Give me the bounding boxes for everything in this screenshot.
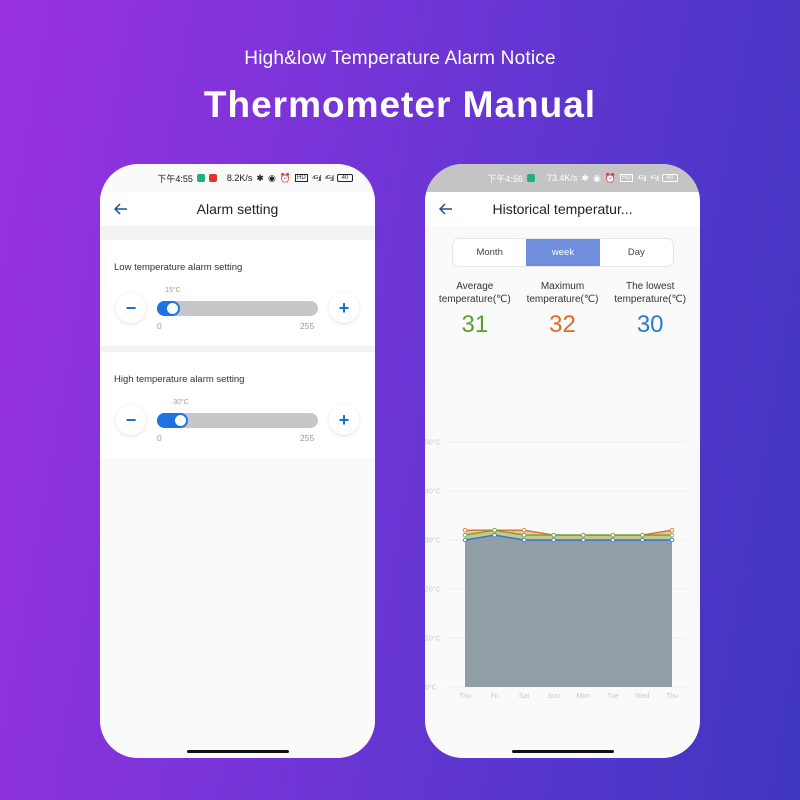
high-temp-alarm-label: High temperature alarm setting (114, 374, 245, 385)
data-point-average (492, 528, 497, 533)
empty-area (100, 458, 375, 758)
data-point-average (581, 532, 586, 538)
battery-icon: 40 (337, 174, 353, 182)
x-tick-label: Wed (635, 693, 649, 700)
slider-min-label: 0 (157, 433, 162, 443)
app-notification-icon (526, 174, 535, 182)
screen-title: Historical temperatur... (492, 201, 633, 217)
arrow-left-icon (439, 203, 452, 215)
battery-icon: 40 (662, 174, 678, 182)
high-temp-increase-button[interactable]: + (329, 405, 359, 435)
status-time: 下午4:55 (157, 173, 193, 184)
data-point-lowest (581, 537, 586, 543)
data-point-lowest (610, 537, 616, 543)
minus-icon: − (125, 297, 137, 318)
signal-icon: ⁴ᴳ.ıl (311, 173, 322, 183)
data-point-lowest (521, 537, 527, 543)
high-temp-value-label: 30°C (173, 399, 189, 406)
data-point-lowest (551, 537, 556, 543)
temperature-chart: 0°C 10°C 20°C 30°C 40°C 50°C Thu Fri Sat Sun Mon Tu… (425, 439, 687, 700)
minus-icon: − (125, 409, 137, 430)
y-tick-label: 50°C (425, 439, 441, 447)
y-tick-label: 10°C (425, 635, 441, 643)
x-tick-label: Sun (547, 693, 560, 700)
hd-icon: HD (620, 174, 633, 182)
high-temp-alarm-card: High temperature alarm setting − 30°C + … (100, 352, 375, 458)
bluetooth-icon: ✱ (581, 172, 589, 183)
data-point-average (640, 532, 645, 538)
nav-bar: Alarm setting (100, 192, 375, 226)
app-notification-icon (208, 174, 217, 182)
data-point-average (551, 532, 556, 538)
network-speed: 73.4K/s (546, 173, 578, 183)
area-fill (465, 535, 672, 687)
x-tick-label: Tue (607, 693, 619, 700)
high-temp-slider-row: − 30°C + 0 255 (114, 385, 363, 445)
page-subtitle: High&low Temperature Alarm Notice (244, 48, 556, 69)
x-tick-label: Mon (576, 693, 590, 700)
y-tick-label: 20°C (425, 586, 441, 594)
x-tick-label: Fri (490, 693, 499, 700)
x-tick-label: Thu (666, 693, 678, 700)
status-bar: 下午4:56 73.4K/s ✱ ◉ ⏰ HD ⁴ᴳ.ıl ⁴ᴳ.ıl 40 (425, 164, 700, 192)
low-temp-decrease-button[interactable]: − (116, 293, 146, 323)
high-temp-decrease-button[interactable]: − (116, 405, 146, 435)
data-point-maximum (521, 528, 527, 533)
x-tick-label: Thu (459, 693, 471, 700)
slider-max-label: 255 (300, 433, 315, 443)
status-time: 下午4:56 (487, 173, 523, 184)
data-point-lowest (492, 532, 497, 538)
app-notification-icon (196, 174, 205, 182)
data-point-maximum (669, 528, 675, 533)
plus-icon: + (338, 297, 350, 318)
history-content: Month week Day Average temperature(℃) 31… (425, 226, 700, 758)
data-point-lowest (640, 537, 645, 543)
slider-min-label: 0 (157, 321, 162, 331)
data-point-average (462, 532, 468, 538)
data-point-average (669, 532, 675, 538)
y-tick-label: 0°C (425, 684, 437, 692)
low-temp-value-label: 15°C (165, 287, 181, 294)
page-title: Thermometer Manual (203, 84, 597, 125)
low-temp-alarm-card: Low temperature alarm setting − 15°C + 0… (100, 240, 375, 346)
screen-title: Alarm setting (196, 201, 279, 217)
alarm-icon: ⏰ (279, 172, 292, 183)
bluetooth-icon: ✱ (256, 172, 264, 183)
low-temp-slider[interactable] (157, 301, 318, 316)
x-tick-label: Sat (519, 693, 530, 700)
signal-icon: ⁴ᴳ.ıl (324, 173, 334, 183)
home-indicator[interactable] (186, 750, 289, 753)
slider-thumb[interactable] (166, 302, 180, 315)
nav-bar: Historical temperatur... (425, 192, 700, 226)
back-button[interactable] (435, 198, 457, 220)
network-speed: 8.2K/s (226, 173, 253, 183)
low-temp-increase-button[interactable]: + (329, 293, 359, 323)
divider (100, 226, 375, 240)
low-temp-alarm-label: Low temperature alarm setting (114, 262, 243, 273)
back-button[interactable] (110, 198, 132, 220)
alarm-icon: ⏰ (604, 172, 617, 183)
plus-icon: + (338, 409, 350, 430)
high-temp-slider[interactable] (157, 413, 318, 428)
data-point-average (610, 532, 616, 538)
phone-alarm-setting: 下午4:55 8.2K/s ✱ ◉ ⏰ HD ⁴ᴳ.ıl ⁴ᴳ.ıl 40 Al… (100, 164, 375, 758)
low-temp-slider-row: − 15°C + 0 255 (114, 273, 363, 333)
y-tick-label: 40°C (425, 488, 441, 496)
status-bar: 下午4:55 8.2K/s ✱ ◉ ⏰ HD ⁴ᴳ.ıl ⁴ᴳ.ıl 40 (100, 164, 375, 192)
home-indicator[interactable] (511, 750, 614, 753)
phone-historical-temperature: 下午4:56 73.4K/s ✱ ◉ ⏰ HD ⁴ᴳ.ıl ⁴ᴳ.ıl 40 H… (425, 164, 700, 758)
slider-max-label: 255 (300, 321, 315, 331)
signal-icon: ⁴ᴳ.ıl (649, 173, 659, 183)
data-point-average (521, 532, 527, 538)
eye-icon: ◉ (267, 172, 276, 183)
arrow-left-icon (114, 203, 127, 215)
eye-icon: ◉ (592, 172, 601, 183)
data-point-lowest (669, 537, 675, 543)
signal-icon: ⁴ᴳ.ıl (636, 173, 647, 183)
hd-icon: HD (295, 174, 308, 182)
data-point-maximum (462, 528, 468, 533)
data-point-lowest (462, 537, 468, 543)
y-tick-label: 30°C (425, 537, 441, 545)
